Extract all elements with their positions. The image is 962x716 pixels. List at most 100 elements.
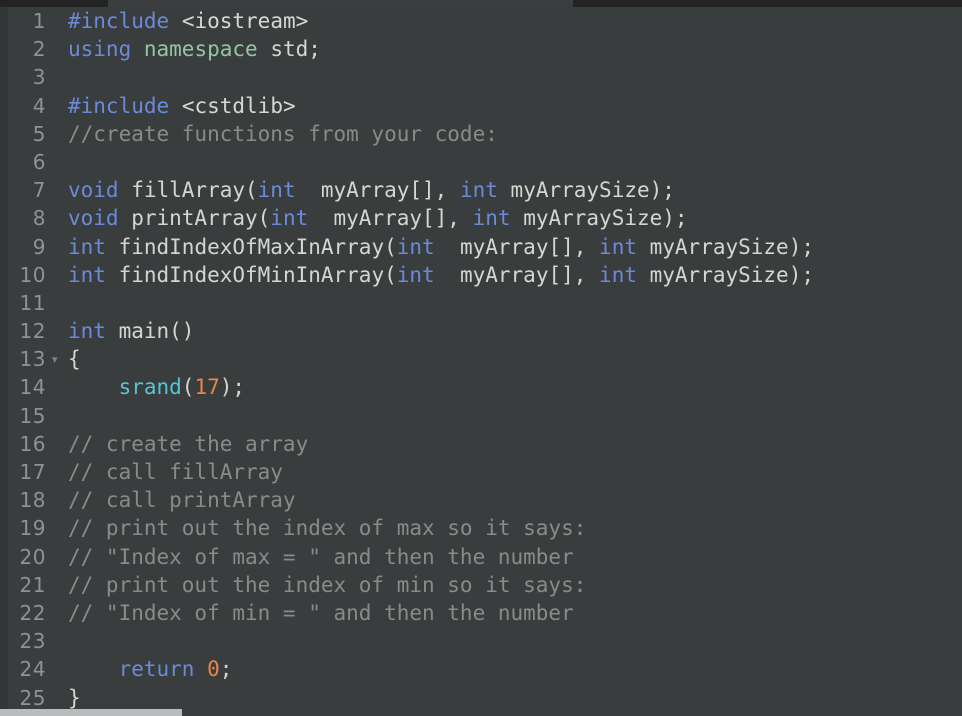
code-token: std;	[257, 37, 321, 62]
code-line[interactable]: 20 // "Index of max = " and then the numb…	[0, 543, 962, 571]
code-token: srand	[118, 375, 182, 400]
code-token: // print out the index of min so it says…	[68, 572, 587, 597]
code-token: <iostream>	[181, 9, 309, 33]
code-token: 0	[207, 657, 220, 682]
code-fold-arrow-icon[interactable]: ▾	[52, 345, 66, 375]
code-text: // print out the index of min so it says…	[68, 571, 586, 599]
code-token: int	[68, 234, 106, 259]
code-token: fillArray(	[118, 178, 258, 203]
code-token: (	[181, 375, 195, 400]
code-line[interactable]: 2 using namespace std;	[0, 35, 962, 63]
code-token: void	[68, 178, 119, 203]
code-token: findIndexOfMinInArray(	[105, 262, 397, 287]
code-text: void printArray(int myArray[], int myArr…	[68, 204, 688, 232]
line-number: 4	[32, 93, 46, 118]
code-token: // "Index of max = " and then the number	[68, 544, 574, 569]
code-line[interactable]: 7 void fillArray(int myArray[], int myArr…	[0, 176, 962, 204]
code-text: srand(17);	[68, 373, 245, 401]
code-text: int main()	[68, 317, 194, 345]
horizontal-scrollbar-thumb[interactable]	[0, 709, 182, 716]
code-token: ;	[219, 657, 233, 682]
code-token: findIndexOfMaxInArray(	[105, 234, 397, 259]
line-number: 6	[32, 149, 46, 174]
code-token: myArray[],	[434, 234, 600, 259]
line-number: 12	[19, 319, 46, 344]
code-line[interactable]: 3	[0, 63, 962, 91]
code-text: return 0;	[68, 655, 233, 683]
line-number: 23	[19, 629, 46, 654]
code-line[interactable]: 9 int findIndexOfMaxInArray(int myArray[]…	[0, 233, 962, 261]
code-token: //create functions from your code:	[68, 121, 498, 146]
code-line[interactable]: 23	[0, 627, 962, 655]
line-number: 15	[19, 403, 46, 428]
code-text: // call printArray	[68, 486, 296, 514]
code-token: myArray[],	[308, 206, 473, 231]
code-line[interactable]: 5 //create functions from your code:	[0, 120, 962, 148]
code-line[interactable]: 12 int main()	[0, 317, 962, 345]
code-token: int	[68, 319, 106, 344]
code-line[interactable]: 25}	[0, 684, 962, 710]
code-line[interactable]: 6	[0, 148, 962, 176]
code-token: namespace	[143, 37, 258, 62]
code-line[interactable]: 8 void printArray(int myArray[], int myAr…	[0, 204, 962, 232]
code-token: }	[68, 685, 81, 710]
code-text: {	[68, 345, 81, 373]
code-line[interactable]: 11	[0, 289, 962, 317]
code-token: // print out the index of max so it says…	[68, 516, 587, 541]
code-token: myArray[],	[434, 262, 600, 287]
line-number: 16	[19, 431, 46, 456]
code-token: myArraySize);	[510, 206, 688, 231]
code-line[interactable]: 18 // call printArray	[0, 486, 962, 514]
code-token: #include	[68, 93, 170, 118]
line-number: 20	[19, 544, 46, 569]
code-token: int	[599, 262, 637, 287]
code-token: {	[68, 347, 81, 372]
line-number: 11	[19, 290, 46, 315]
code-line[interactable]: 21 // print out the index of min so it sa…	[0, 571, 962, 599]
tab-strip[interactable]	[0, 0, 962, 7]
code-token: // call printArray	[68, 488, 296, 513]
code-line[interactable]: 15	[0, 402, 962, 430]
code-editor[interactable]: 1 #include <iostream> 2 using namespace std…	[0, 7, 962, 709]
code-line[interactable]: 14 srand(17);	[0, 373, 962, 401]
code-text: //create functions from your code:	[68, 120, 498, 148]
code-token: int	[599, 234, 637, 259]
code-line[interactable]: 4 #include <cstdlib>	[0, 92, 962, 120]
line-number: 14	[19, 375, 46, 400]
code-token: // create the array	[68, 431, 309, 456]
line-number: 9	[32, 234, 46, 259]
code-token: // call fillArray	[68, 460, 283, 484]
code-token: int	[459, 178, 498, 203]
code-text: using namespace std;	[68, 35, 321, 63]
code-text: #include <iostream>	[68, 7, 308, 35]
code-token: // "Index of min = " and then the number	[68, 600, 574, 625]
code-line[interactable]: 17 // call fillArray	[0, 458, 962, 486]
code-text: // "Index of min = " and then the number	[68, 599, 574, 627]
code-line[interactable]: 16 // create the array	[0, 430, 962, 458]
code-token: <cstdlib>	[181, 93, 296, 118]
code-line[interactable]: 24 return 0;	[0, 655, 962, 683]
line-number: 17	[19, 460, 46, 484]
line-number: 24	[19, 657, 46, 682]
code-token: int	[270, 206, 309, 231]
code-token: myArraySize);	[497, 178, 675, 203]
horizontal-scrollbar[interactable]	[0, 709, 962, 716]
code-line[interactable]: 1 #include <iostream>	[0, 7, 962, 35]
code-text: // print out the index of max so it says…	[68, 514, 586, 542]
line-number: 19	[19, 516, 46, 541]
code-line[interactable]: 22 // "Index of min = " and then the numb…	[0, 599, 962, 627]
line-number: 18	[19, 488, 46, 513]
line-number: 1	[32, 9, 46, 33]
code-line[interactable]: 19 // print out the index of max so it sa…	[0, 514, 962, 542]
code-line[interactable]: 13 ▾{	[0, 345, 962, 373]
line-number: 5	[32, 121, 46, 146]
code-line[interactable]: 10 int findIndexOfMinInArray(int myArray[…	[0, 261, 962, 289]
active-editor-tab[interactable]	[108, 0, 573, 7]
line-number: 3	[32, 65, 46, 90]
